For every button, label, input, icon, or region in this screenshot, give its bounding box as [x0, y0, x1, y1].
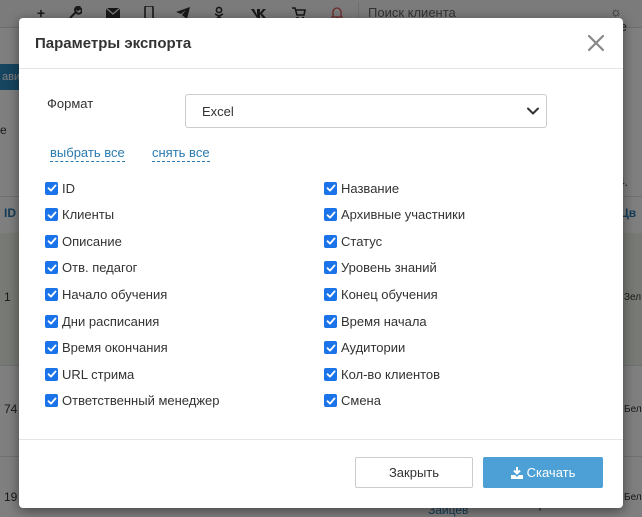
- checkbox-checked-icon[interactable]: [45, 341, 58, 355]
- export-field-checkbox[interactable]: Клиенты: [45, 206, 114, 224]
- export-field-checkbox[interactable]: Время начала: [324, 312, 427, 330]
- export-field-checkbox[interactable]: Название: [324, 179, 399, 197]
- checkbox-checked-icon[interactable]: [324, 394, 337, 408]
- checkbox-checked-icon[interactable]: [324, 367, 337, 381]
- checkbox-checked-icon[interactable]: [324, 234, 337, 248]
- checkbox-checked-icon[interactable]: [324, 208, 337, 222]
- close-icon[interactable]: [585, 32, 607, 54]
- checkbox-checked-icon[interactable]: [324, 341, 337, 355]
- checkbox-checked-icon[interactable]: [45, 261, 58, 275]
- export-field-checkbox[interactable]: Начало обучения: [45, 285, 167, 303]
- checkbox-checked-icon[interactable]: [324, 261, 337, 275]
- export-field-label: ID: [62, 180, 75, 196]
- export-field-label: Дни расписания: [62, 313, 160, 329]
- export-field-label: Клиенты: [62, 207, 115, 223]
- export-field-checkbox[interactable]: Описание: [45, 232, 122, 250]
- format-select[interactable]: Excel: [185, 94, 547, 128]
- format-label: Формат: [47, 96, 94, 111]
- chevron-down-icon: [527, 107, 539, 115]
- dialog-footer: Закрыть Скачать: [19, 439, 623, 508]
- export-field-label: Смена: [341, 393, 381, 409]
- export-settings-dialog: Параметры экспорта Формат Excel выбрать …: [19, 18, 623, 508]
- dialog-title: Параметры экспорта: [35, 35, 192, 52]
- export-field-checkbox[interactable]: Конец обучения: [324, 285, 438, 303]
- export-field-checkbox[interactable]: Дни расписания: [45, 312, 159, 330]
- export-field-checkbox[interactable]: Аудитории: [324, 339, 405, 357]
- export-field-checkbox[interactable]: ID: [45, 179, 75, 197]
- export-field-checkbox[interactable]: Статус: [324, 232, 382, 250]
- dialog-header: Параметры экспорта: [19, 18, 623, 69]
- export-field-label: Время начала: [341, 313, 427, 329]
- export-field-checkbox[interactable]: Кол-во клиентов: [324, 365, 440, 383]
- checkbox-checked-icon[interactable]: [45, 181, 58, 195]
- export-field-label: Статус: [341, 233, 383, 249]
- checkbox-checked-icon[interactable]: [45, 208, 58, 222]
- export-field-checkbox[interactable]: Отв. педагог: [45, 259, 137, 277]
- deselect-all-link[interactable]: снять все: [152, 145, 210, 162]
- checkbox-checked-icon[interactable]: [45, 367, 58, 381]
- download-icon: [510, 466, 523, 479]
- format-selected-value: Excel: [202, 104, 234, 119]
- export-field-label: Ответственный менеджер: [62, 393, 220, 409]
- download-button[interactable]: Скачать: [483, 457, 603, 488]
- checkbox-checked-icon[interactable]: [324, 287, 337, 301]
- export-field-label: Описание: [62, 233, 122, 249]
- export-field-label: Конец обучения: [341, 286, 438, 302]
- export-field-label: Начало обучения: [62, 286, 168, 302]
- export-field-label: URL стрима: [62, 366, 135, 382]
- checkbox-checked-icon[interactable]: [324, 181, 337, 195]
- export-field-label: Название: [341, 180, 400, 196]
- checkbox-checked-icon[interactable]: [45, 234, 58, 248]
- checkbox-checked-icon[interactable]: [45, 394, 58, 408]
- export-field-label: Аудитории: [341, 340, 406, 356]
- select-all-link[interactable]: выбрать все: [50, 145, 125, 162]
- export-field-label: Уровень знаний: [341, 260, 437, 276]
- checkbox-checked-icon[interactable]: [45, 287, 58, 301]
- export-field-checkbox[interactable]: Смена: [324, 392, 381, 410]
- export-field-label: Кол-во клиентов: [341, 366, 441, 382]
- checkbox-checked-icon[interactable]: [45, 314, 58, 328]
- export-field-checkbox[interactable]: Архивные участники: [324, 206, 465, 224]
- download-button-label: Скачать: [526, 465, 576, 480]
- export-field-checkbox[interactable]: Ответственный менеджер: [45, 392, 220, 410]
- export-field-label: Отв. педагог: [62, 260, 138, 276]
- export-field-checkbox[interactable]: URL стрима: [45, 365, 134, 383]
- close-button[interactable]: Закрыть: [355, 457, 473, 488]
- export-field-checkbox[interactable]: Время окончания: [45, 339, 168, 357]
- checkbox-checked-icon[interactable]: [324, 314, 337, 328]
- export-field-label: Время окончания: [62, 340, 168, 356]
- export-field-checkbox[interactable]: Уровень знаний: [324, 259, 437, 277]
- export-field-label: Архивные участники: [341, 207, 466, 223]
